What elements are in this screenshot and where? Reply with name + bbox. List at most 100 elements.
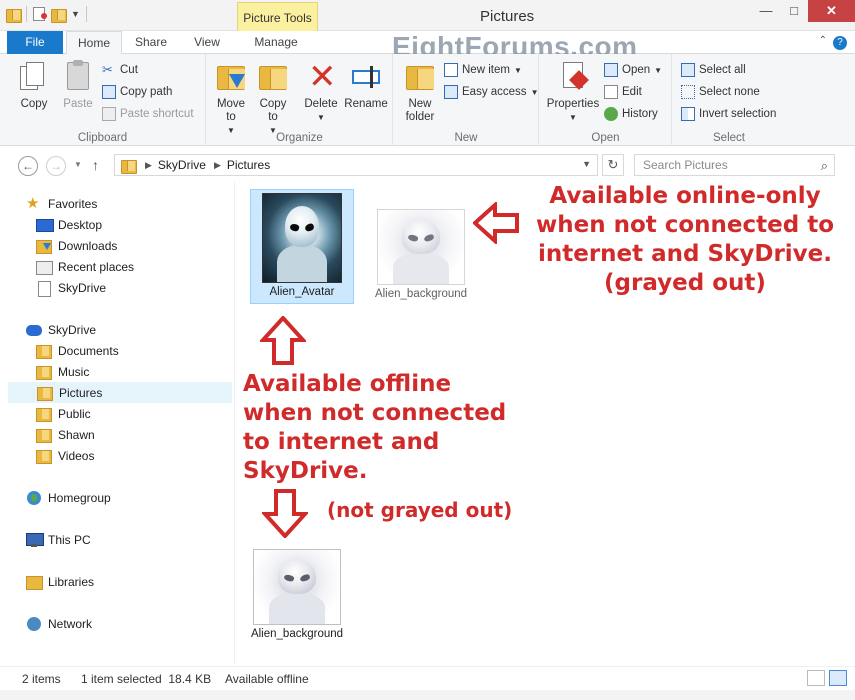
nav-homegroup[interactable]: Homegroup (26, 487, 226, 508)
tab-share[interactable]: Share (126, 31, 176, 54)
new-folder-button[interactable]: New folder (400, 60, 440, 124)
paste-button[interactable]: Paste (58, 60, 98, 111)
breadcrumb-separator-icon[interactable]: ▶ (214, 160, 221, 171)
nav-item-pictures[interactable]: Pictures (8, 382, 232, 403)
easy-access-dropdown-icon: ▼ (530, 87, 539, 97)
breadcrumb-skydrive[interactable]: SkyDrive (158, 158, 206, 172)
refresh-button[interactable]: ↻ (602, 154, 624, 176)
maximize-button[interactable]: □ (780, 0, 808, 22)
easy-access-button[interactable]: Easy access ▼ (444, 83, 538, 101)
tab-manage[interactable]: Manage (240, 31, 312, 54)
new-group-label: New (454, 132, 478, 144)
select-all-button[interactable]: Select all (681, 61, 746, 79)
alien-eye-graphic (423, 233, 435, 243)
file-item-alien-avatar[interactable]: Alien_Avatar (250, 189, 354, 304)
quick-access-toolbar: ▼ (6, 6, 87, 23)
clipboard-group-label: Clipboard (77, 132, 128, 144)
large-icons-view-icon[interactable] (829, 670, 847, 686)
copy-to-icon (259, 66, 287, 90)
network-icon (26, 616, 42, 631)
nav-item-label: SkyDrive (58, 280, 107, 295)
recent-locations-dropdown-icon[interactable]: ▼ (74, 160, 82, 169)
copy-to-button[interactable]: Copy to ▼ (253, 60, 293, 137)
alien-eye-graphic (303, 222, 315, 233)
alien-body-graphic (393, 252, 449, 284)
minimize-ribbon-icon[interactable]: ⌃ (819, 35, 827, 46)
back-button[interactable]: ← (18, 156, 38, 176)
folder-icon (36, 449, 52, 464)
folder-icon (37, 386, 53, 401)
minimize-button[interactable]: — (752, 0, 780, 22)
nav-item-skydrive-favorite[interactable]: SkyDrive (36, 277, 226, 298)
annotation-line: when not connected (243, 400, 507, 426)
organize-group-label: Organize (276, 132, 323, 144)
nav-item-music[interactable]: Music (36, 361, 226, 382)
nav-item-documents[interactable]: Documents (36, 340, 226, 361)
edit-button[interactable]: Edit (604, 83, 642, 101)
annotation-line: SkyDrive. (243, 458, 368, 484)
tab-home[interactable]: Home (66, 31, 122, 55)
cut-button[interactable]: ✂ Cut (102, 61, 138, 79)
not-grayed-annotation: (not grayed out) (327, 498, 513, 522)
file-item-alien-background[interactable]: Alien_background (367, 206, 475, 318)
delete-icon: ✕ (308, 57, 337, 97)
history-button[interactable]: History (604, 105, 658, 123)
close-button[interactable]: ✕ (808, 0, 855, 22)
nav-item-shawn[interactable]: Shawn (36, 424, 226, 445)
address-bar[interactable]: ▶ SkyDrive ▶ Pictures ▼ (114, 154, 598, 176)
status-bar: 2 items 1 item selected 18.4 KB Availabl… (0, 666, 855, 690)
nav-item-desktop[interactable]: Desktop (36, 214, 226, 235)
nav-favorites[interactable]: ★ Favorites (26, 193, 226, 214)
nav-item-downloads[interactable]: Downloads (36, 235, 226, 256)
rename-button[interactable]: Rename (343, 60, 389, 111)
folder-icon (36, 344, 52, 359)
tab-view[interactable]: View (182, 31, 232, 54)
move-to-label: Move to (216, 98, 246, 123)
up-button[interactable]: ↑ (92, 157, 99, 173)
nav-item-public[interactable]: Public (36, 403, 226, 424)
help-icon[interactable]: ? (833, 36, 847, 50)
nav-network[interactable]: Network (26, 613, 226, 634)
alien-body-graphic (277, 245, 327, 282)
address-dropdown-icon[interactable]: ▼ (582, 159, 591, 169)
customize-toolbar-dropdown-icon[interactable]: ▼ (71, 9, 80, 19)
nav-skydrive[interactable]: SkyDrive (26, 319, 226, 340)
availability-status: Available offline (225, 672, 309, 686)
nav-this-pc[interactable]: This PC (26, 529, 226, 550)
open-label: Open (622, 64, 651, 76)
properties-button[interactable]: Properties ▼ (543, 60, 603, 124)
example-file-item-alien-background: Alien_background (243, 546, 351, 658)
folder-icon[interactable] (6, 7, 22, 23)
breadcrumb-pictures[interactable]: Pictures (227, 158, 270, 172)
open-dropdown-icon: ▼ (654, 65, 663, 75)
copy-to-label: Copy to (259, 98, 287, 123)
paste-shortcut-button[interactable]: Paste shortcut (102, 105, 194, 123)
properties-icon[interactable] (33, 7, 47, 21)
nav-item-videos[interactable]: Videos (36, 445, 226, 466)
annotation-line: Available offline (243, 371, 452, 397)
alien-eye-graphic (283, 573, 295, 583)
open-button[interactable]: Open ▼ (604, 61, 662, 79)
new-folder-icon[interactable] (51, 7, 67, 23)
forward-button[interactable]: → (46, 156, 66, 176)
copy-button[interactable]: Copy (14, 60, 54, 111)
new-item-button[interactable]: New item ▼ (444, 61, 522, 79)
invert-selection-button[interactable]: Invert selection (681, 105, 776, 123)
search-input[interactable]: Search Pictures ⌕ (634, 154, 835, 176)
online-only-annotation: Available online-only when not connected… (525, 182, 845, 298)
address-row: ← → ▼ ↑ ▶ SkyDrive ▶ Pictures ▼ ↻ Search… (0, 150, 855, 180)
tab-file[interactable]: File (7, 31, 63, 54)
nav-favorites-label: Favorites (48, 196, 98, 211)
delete-button[interactable]: ✕ Delete ▼ (300, 60, 342, 124)
toolbar-divider (85, 6, 87, 22)
breadcrumb-separator-icon[interactable]: ▶ (145, 160, 152, 171)
move-to-button[interactable]: Move to ▼ (211, 60, 251, 137)
search-icon[interactable]: ⌕ (821, 158, 828, 174)
details-view-icon[interactable] (807, 670, 825, 686)
selection-info: 1 item selected 18.4 KB (81, 672, 212, 686)
item-count: 2 items (22, 672, 61, 686)
nav-libraries[interactable]: Libraries (26, 571, 226, 592)
select-none-button[interactable]: Select none (681, 83, 760, 101)
copy-path-button[interactable]: Copy path (102, 83, 172, 101)
nav-item-recent-places[interactable]: Recent places (36, 256, 226, 277)
